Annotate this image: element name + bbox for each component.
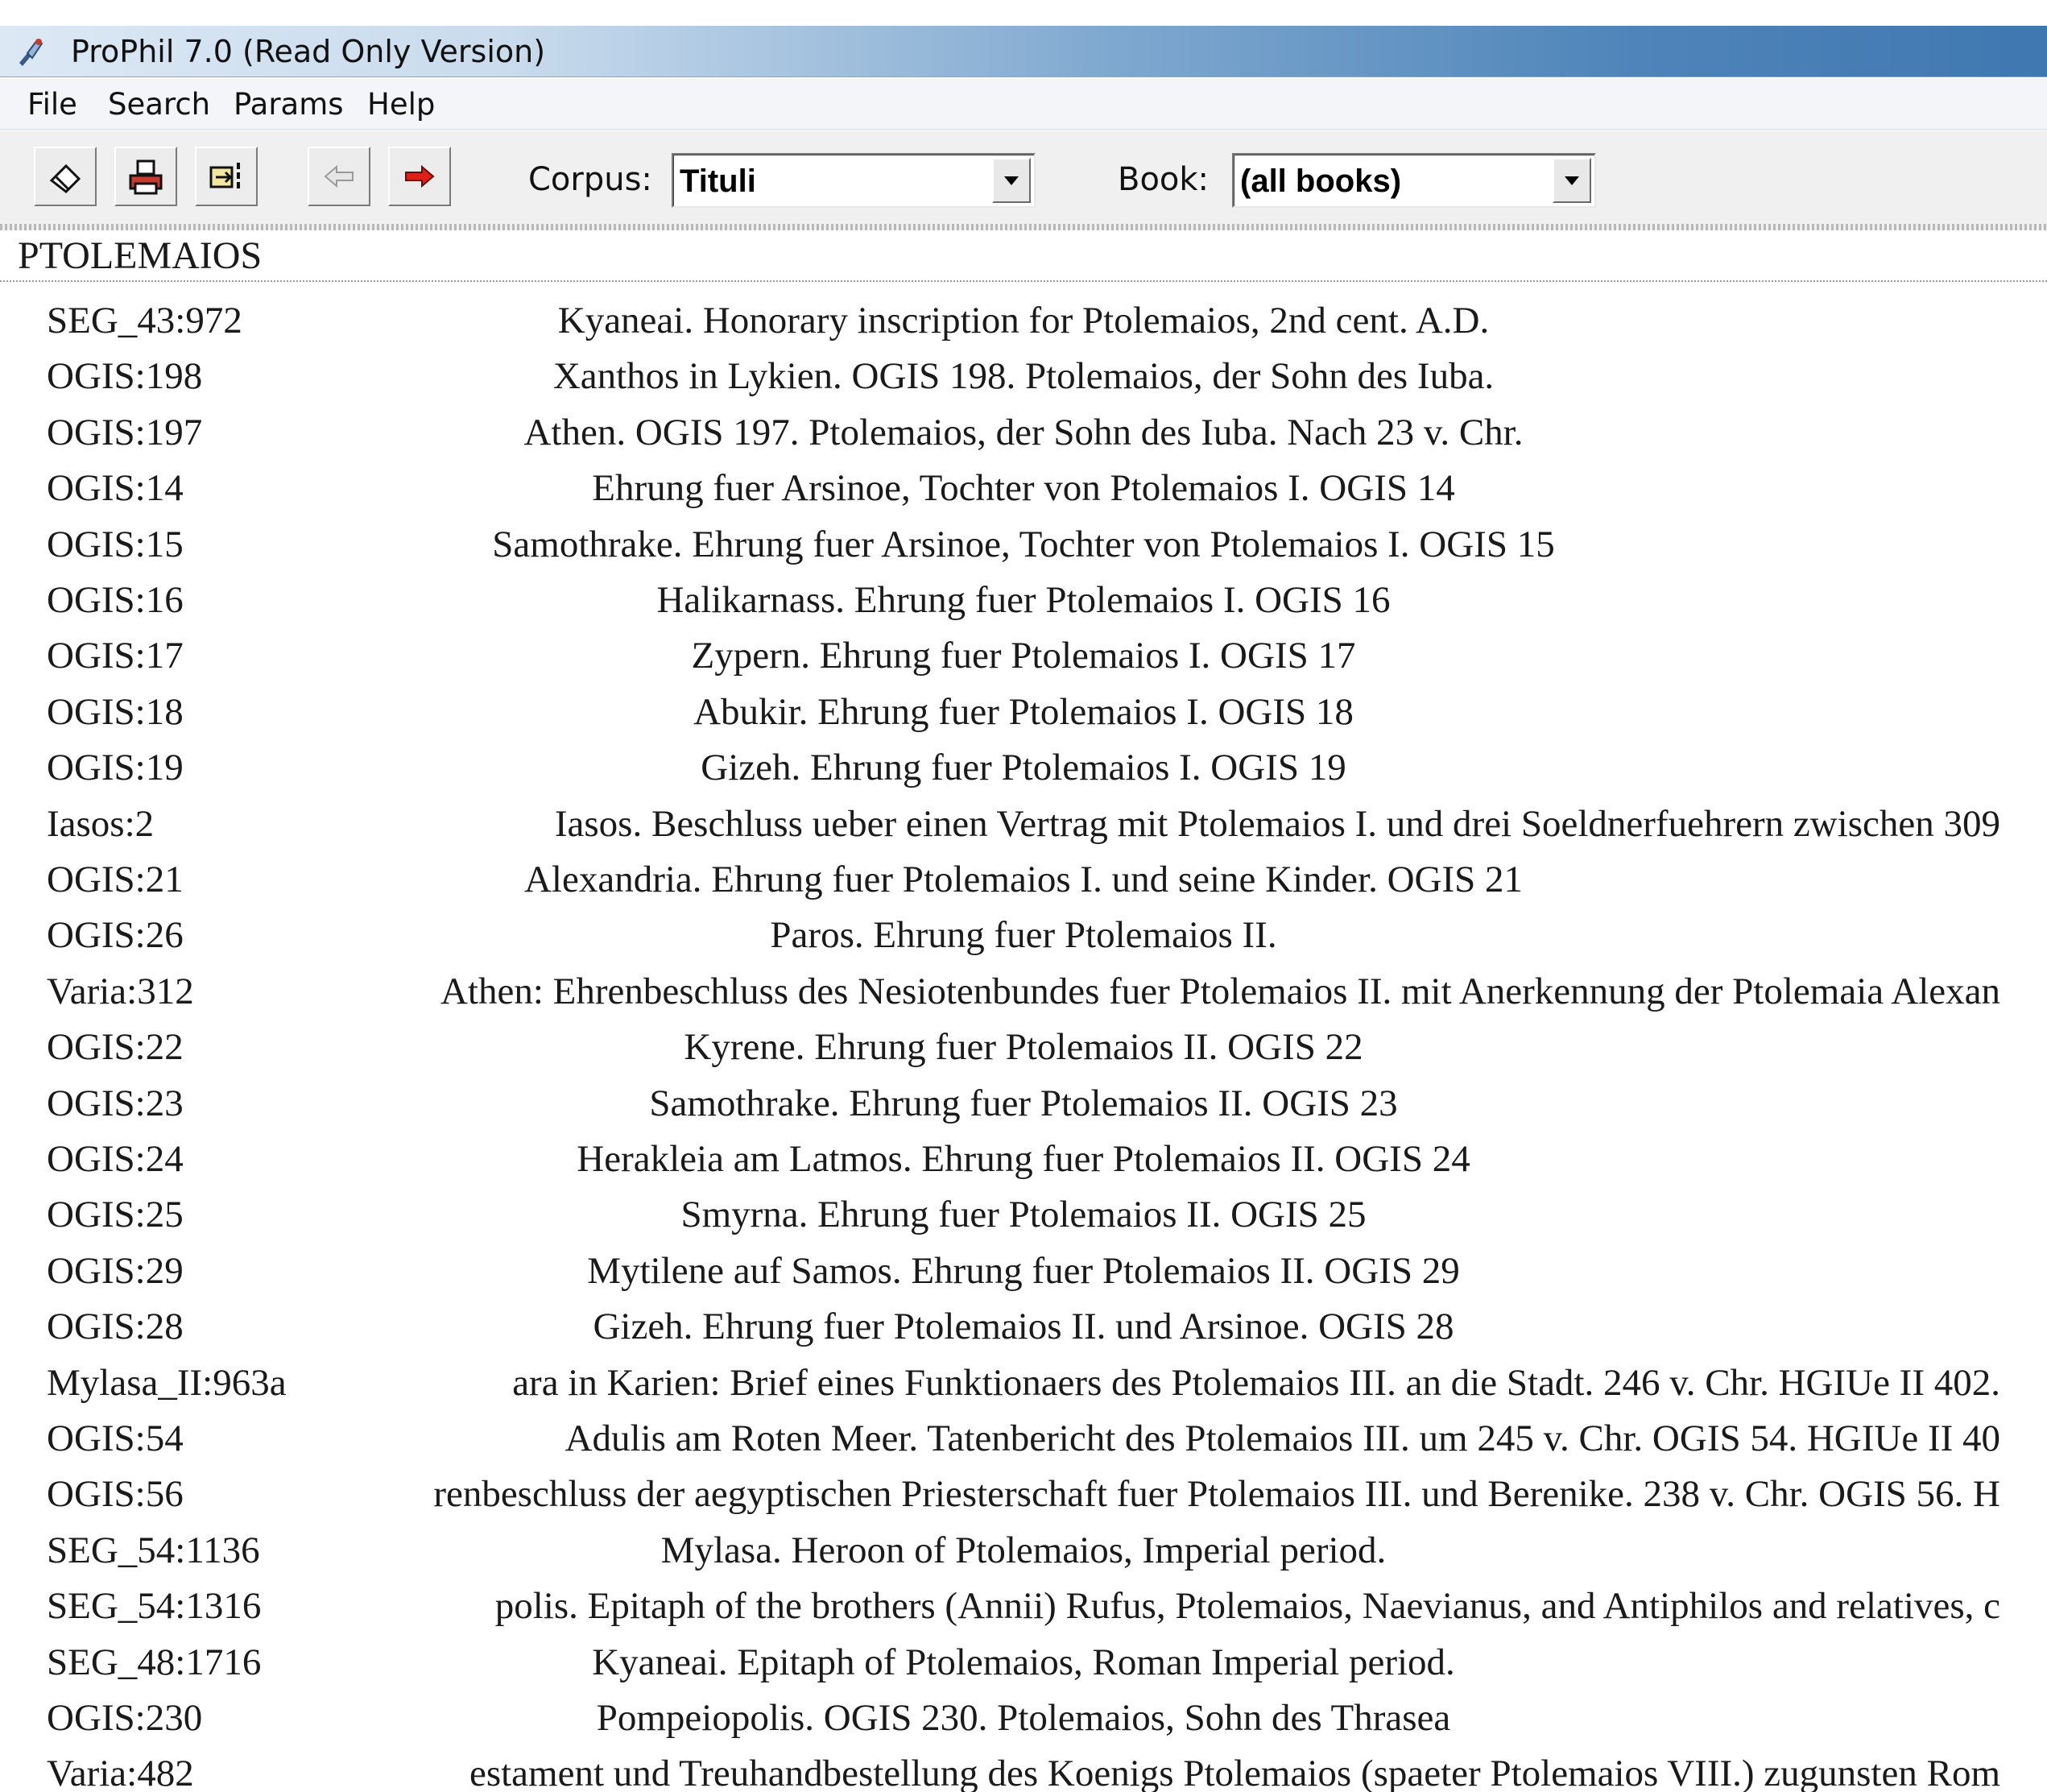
list-item[interactable]: OGIS:14 Ehrung fuer Arsinoe, Tochter von … bbox=[47, 461, 2044, 516]
list-item[interactable]: OGIS:25 Smyrna. Ehrung fuer Ptolemaios II… bbox=[47, 1187, 2044, 1243]
list-item[interactable]: OGIS:56 renbeschluss der aegyptischen Pri… bbox=[47, 1467, 2044, 1522]
list-item[interactable]: OGIS:26 Paros. Ehrung fuer Ptolemaios II. bbox=[47, 908, 2044, 963]
forward-button[interactable] bbox=[388, 147, 451, 206]
list-item[interactable]: OGIS:54 Adulis am Roten Meer. Tatenberich… bbox=[47, 1411, 2044, 1467]
item-description: Kyaneai. Epitaph of Ptolemaios, Roman Im… bbox=[592, 1641, 1455, 1683]
corpus-dropdown-arrow[interactable] bbox=[992, 158, 1031, 203]
book-dropdown-arrow[interactable] bbox=[1553, 158, 1591, 203]
clear-button[interactable] bbox=[34, 147, 97, 206]
item-description: Herakleia am Latmos. Ehrung fuer Ptolema… bbox=[577, 1138, 1470, 1180]
book-label: Book: bbox=[1118, 161, 1210, 198]
list-item[interactable]: SEG_48:1716 Kyaneai. Epitaph of Ptolemaio… bbox=[47, 1635, 2044, 1691]
item-description: Gizeh. Ehrung fuer Ptolemaios I. OGIS 19 bbox=[701, 747, 1346, 788]
chevron-down-icon bbox=[1565, 176, 1579, 185]
menu-help[interactable]: Help bbox=[367, 87, 435, 122]
list-item[interactable]: OGIS:17 Zypern. Ehrung fuer Ptolemaios I.… bbox=[47, 628, 2044, 684]
back-arrow-icon bbox=[324, 164, 354, 188]
item-description: Kyrene. Ehrung fuer Ptolemaios II. OGIS … bbox=[684, 1026, 1363, 1068]
toolbar: Corpus: Tituli Book: (all books) bbox=[0, 130, 2047, 226]
item-description: Abukir. Ehrung fuer Ptolemaios I. OGIS 1… bbox=[693, 691, 1354, 733]
list-item[interactable]: OGIS:230 Pompeiopolis. OGIS 230. Ptolemai… bbox=[47, 1691, 2044, 1746]
item-description: Athen: Ehrenbeschluss des Nesiotenbundes… bbox=[440, 970, 2000, 1012]
item-description: Mylasa. Heroon of Ptolemaios, Imperial p… bbox=[660, 1529, 1387, 1571]
item-description: estament und Treuhandbestellung des Koen… bbox=[469, 1753, 2000, 1792]
item-reference: Varia:482 bbox=[47, 1753, 194, 1792]
list-item[interactable]: SEG_43:972 Kyaneai. Honorary inscription … bbox=[47, 293, 2044, 349]
list-item[interactable]: OGIS:28 Gizeh. Ehrung fuer Ptolemaios II.… bbox=[47, 1299, 2044, 1355]
item-description: Paros. Ehrung fuer Ptolemaios II. bbox=[770, 914, 1277, 956]
chevron-down-icon bbox=[1004, 176, 1019, 185]
item-reference: Iasos:2 bbox=[47, 803, 155, 845]
item-reference: Varia:312 bbox=[47, 970, 194, 1012]
list-item[interactable]: OGIS:19 Gizeh. Ehrung fuer Ptolemaios I. … bbox=[47, 740, 2044, 796]
item-description: Zypern. Ehrung fuer Ptolemaios I. OGIS 1… bbox=[691, 635, 1356, 677]
item-description: Samothrake. Ehrung fuer Arsinoe, Tochter… bbox=[492, 524, 1555, 565]
list-item[interactable]: OGIS:22 Kyrene. Ehrung fuer Ptolemaios II… bbox=[47, 1020, 2044, 1075]
book-value: (all books) bbox=[1240, 163, 1402, 199]
item-reference: OGIS:54 bbox=[47, 1417, 184, 1459]
book-dropdown[interactable]: (all books) bbox=[1232, 153, 1596, 208]
list-item[interactable]: OGIS:21 Alexandria. Ehrung fuer Ptolemaio… bbox=[47, 852, 2044, 908]
item-description: Halikarnass. Ehrung fuer Ptolemaios I. O… bbox=[656, 579, 1391, 621]
toolbar-divider bbox=[0, 224, 2047, 230]
item-description: renbeschluss der aegyptischen Priestersc… bbox=[433, 1473, 2000, 1515]
item-description: Athen. OGIS 197. Ptolemaios, der Sohn de… bbox=[523, 412, 1524, 453]
list-item[interactable]: SEG_54:1316 polis. Epitaph of the brother… bbox=[47, 1579, 2044, 1634]
item-description: Adulis am Roten Meer. Tatenbericht des P… bbox=[564, 1417, 2000, 1459]
corpus-value: Tituli bbox=[680, 163, 756, 199]
item-reference: SEG_54:1316 bbox=[47, 1585, 262, 1627]
forward-arrow-icon bbox=[405, 164, 435, 188]
list-item[interactable]: Iasos:2 Iasos. Beschluss ueber einen Vert… bbox=[47, 797, 2044, 852]
window-title-bar[interactable]: ProPhil 7.0 (Read Only Version) bbox=[0, 26, 2047, 77]
print-button[interactable] bbox=[114, 147, 177, 206]
item-reference: OGIS:56 bbox=[47, 1473, 184, 1515]
eraser-icon bbox=[49, 163, 81, 193]
export-icon bbox=[209, 163, 240, 188]
window-title: ProPhil 7.0 (Read Only Version) bbox=[71, 34, 546, 69]
item-description: Mytilene auf Samos. Ehrung fuer Ptolemai… bbox=[587, 1250, 1460, 1292]
list-item[interactable]: OGIS:23 Samothrake. Ehrung fuer Ptolemaio… bbox=[47, 1076, 2044, 1132]
item-description: Alexandria. Ehrung fuer Ptolemaios I. un… bbox=[523, 859, 1523, 900]
item-reference: Mylasa_II:963a bbox=[47, 1362, 287, 1404]
list-item[interactable]: Varia:312 Athen: Ehrenbeschluss des Nesio… bbox=[47, 964, 2044, 1020]
list-item[interactable]: Varia:482 estament und Treuhandbestellung… bbox=[47, 1746, 2044, 1792]
item-description: Xanthos in Lykien. OGIS 198. Ptolemaios,… bbox=[552, 355, 1495, 397]
item-description: Gizeh. Ehrung fuer Ptolemaios II. und Ar… bbox=[593, 1306, 1454, 1347]
list-item[interactable]: SEG_54:1136 Mylasa. Heroon of Ptolemaios,… bbox=[47, 1523, 2044, 1579]
list-item[interactable]: OGIS:198 Xanthos in Lykien. OGIS 198. Pto… bbox=[47, 349, 2044, 404]
heading-divider bbox=[0, 280, 2047, 282]
list-item[interactable]: OGIS:197 Athen. OGIS 197. Ptolemaios, der… bbox=[47, 405, 2044, 461]
item-description: Kyaneai. Honorary inscription for Ptolem… bbox=[557, 300, 1490, 341]
item-description: Iasos. Beschluss ueber einen Vertrag mit… bbox=[554, 803, 2000, 845]
list-item[interactable]: OGIS:15 Samothrake. Ehrung fuer Arsinoe, … bbox=[47, 517, 2044, 573]
item-description: polis. Epitaph of the brothers (Annii) R… bbox=[494, 1585, 2000, 1627]
export-button[interactable] bbox=[195, 147, 258, 206]
item-description: Smyrna. Ehrung fuer Ptolemaios II. OGIS … bbox=[680, 1194, 1367, 1235]
corpus-dropdown[interactable]: Tituli bbox=[672, 153, 1036, 208]
item-description: ara in Karien: Brief eines Funktionaers … bbox=[512, 1362, 2000, 1404]
item-description: Samothrake. Ehrung fuer Ptolemaios II. O… bbox=[649, 1082, 1398, 1124]
list-item[interactable]: OGIS:29 Mytilene auf Samos. Ehrung fuer P… bbox=[47, 1244, 2044, 1299]
list-item[interactable]: OGIS:16 Halikarnass. Ehrung fuer Ptolemai… bbox=[47, 573, 2044, 628]
menu-params[interactable]: Params bbox=[234, 87, 344, 122]
results-heading: PTOLEMAIOS bbox=[18, 234, 263, 277]
prophil-app-icon[interactable] bbox=[14, 35, 47, 68]
menu-search[interactable]: Search bbox=[108, 87, 210, 122]
list-item[interactable]: OGIS:24 Herakleia am Latmos. Ehrung fuer … bbox=[47, 1132, 2044, 1187]
results-pane[interactable]: PTOLEMAIOS SEG_43:972 Kyaneai. Honorary i… bbox=[0, 230, 2047, 1792]
list-item[interactable]: Mylasa_II:963a ara in Karien: Brief eines… bbox=[47, 1355, 2044, 1411]
back-button[interactable] bbox=[308, 147, 370, 206]
print-icon bbox=[129, 159, 163, 195]
menu-file[interactable]: File bbox=[27, 87, 77, 122]
corpus-label: Corpus: bbox=[528, 161, 652, 198]
item-description: Pompeiopolis. OGIS 230. Ptolemaios, Sohn… bbox=[596, 1697, 1451, 1739]
item-description: Ehrung fuer Arsinoe, Tochter von Ptolema… bbox=[592, 467, 1455, 509]
list-item[interactable]: OGIS:18 Abukir. Ehrung fuer Ptolemaios I.… bbox=[47, 685, 2044, 740]
menu-bar: File Search Params Help bbox=[0, 79, 2047, 130]
